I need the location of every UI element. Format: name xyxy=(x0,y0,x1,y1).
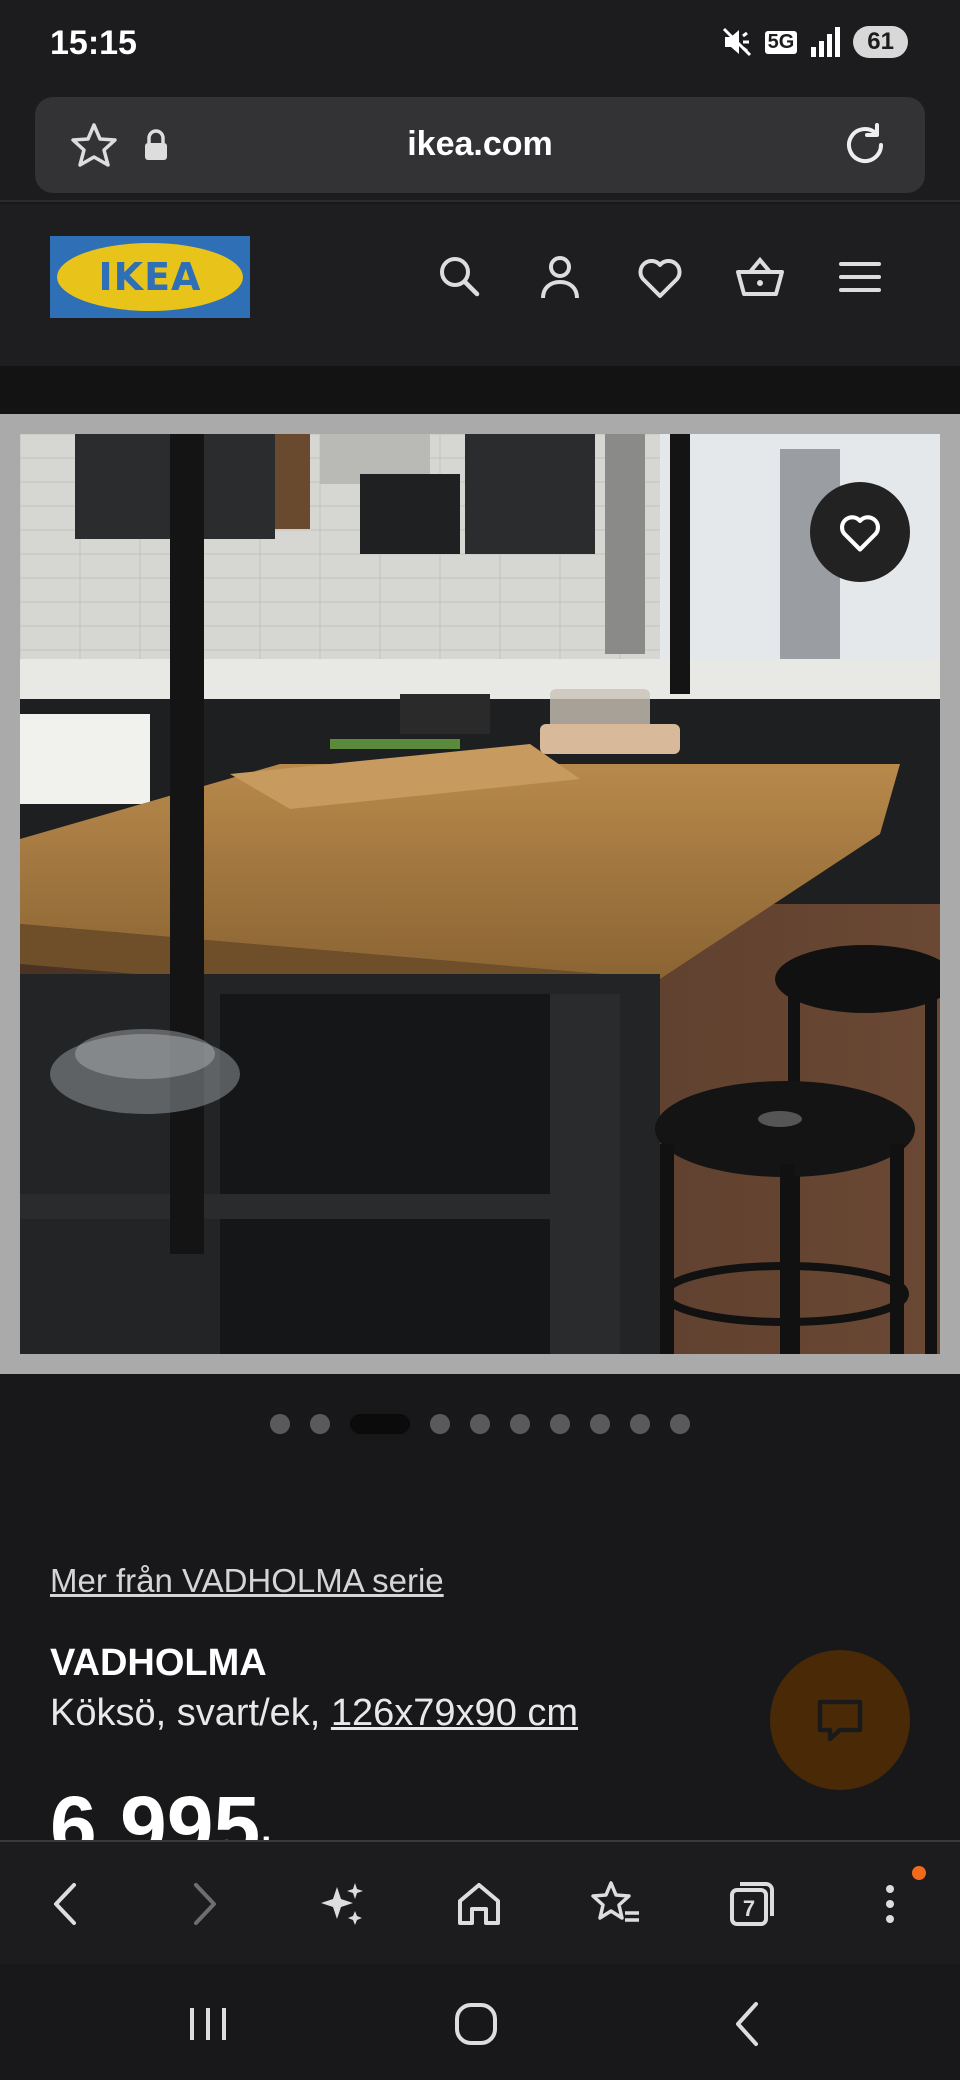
heart-icon xyxy=(840,515,880,552)
carousel-dot-active[interactable] xyxy=(350,1414,410,1434)
carousel-dot[interactable] xyxy=(310,1414,330,1434)
home-circle-icon xyxy=(455,2003,497,2045)
browser-top-bar: ikea.com xyxy=(0,90,960,202)
chat-icon xyxy=(817,1699,863,1742)
product-description-text: Köksö, svart/ek, xyxy=(50,1692,331,1734)
kitchen-island-illustration xyxy=(20,434,940,1354)
site-header: IKEA xyxy=(0,204,960,366)
carousel-dot[interactable] xyxy=(470,1414,490,1434)
tab-count: 7 xyxy=(743,1896,755,1921)
recent-apps-icon xyxy=(190,2008,226,2040)
search-icon[interactable] xyxy=(435,252,485,302)
home-button[interactable] xyxy=(447,1872,511,1936)
ai-sparkle-button[interactable] xyxy=(310,1872,374,1936)
recent-apps-button[interactable] xyxy=(178,1994,238,2054)
bookmarks-button[interactable] xyxy=(584,1872,648,1936)
home-icon xyxy=(458,1883,500,1925)
product-image[interactable] xyxy=(20,434,940,1354)
series-link[interactable]: Mer från VADHOLMA serie xyxy=(50,1562,444,1600)
ikea-logo[interactable]: IKEA xyxy=(50,236,250,318)
system-navigation-bar xyxy=(0,1964,960,2080)
logo-text: IKEA xyxy=(98,255,202,299)
carousel-dot[interactable] xyxy=(590,1414,610,1434)
status-bar: 15:15 5G 61 xyxy=(0,0,960,90)
reload-icon[interactable] xyxy=(839,119,891,171)
save-to-favorites-button[interactable] xyxy=(810,482,910,582)
menu-icon[interactable] xyxy=(835,252,885,302)
chevron-left-icon xyxy=(736,2002,758,2046)
carousel-dot[interactable] xyxy=(550,1414,570,1434)
browser-bottom-toolbar: 7 xyxy=(0,1840,960,1964)
dimensions-link[interactable]: 126x79x90 cm xyxy=(331,1692,578,1734)
url-bar[interactable]: ikea.com xyxy=(35,97,925,193)
system-back-button[interactable] xyxy=(718,1994,778,2054)
price-value: 6 995 xyxy=(50,1779,261,1840)
network-label: 5G xyxy=(764,30,798,54)
carousel-dots[interactable] xyxy=(0,1414,960,1434)
carousel-dot[interactable] xyxy=(430,1414,450,1434)
carousel-dot[interactable] xyxy=(670,1414,690,1434)
signal-icon xyxy=(811,27,841,57)
status-time: 15:15 xyxy=(50,24,137,62)
system-home-button[interactable] xyxy=(446,1994,506,2054)
status-icons: 5G 61 xyxy=(721,26,908,58)
product-description: Köksö, svart/ek, 126x79x90 cm xyxy=(50,1692,578,1735)
notification-dot xyxy=(912,1866,926,1880)
chevron-left-icon xyxy=(54,1883,76,1925)
product-name: VADHOLMA xyxy=(50,1642,267,1684)
header-spacer xyxy=(0,366,960,414)
forward-button[interactable] xyxy=(172,1872,236,1936)
more-vertical-icon xyxy=(886,1885,894,1923)
carousel-dot[interactable] xyxy=(510,1414,530,1434)
chat-button[interactable] xyxy=(770,1650,910,1790)
url-text[interactable]: ikea.com xyxy=(35,125,925,164)
tabs-button[interactable]: 7 xyxy=(720,1872,784,1936)
logo-oval: IKEA xyxy=(57,243,243,311)
tabs-icon: 7 xyxy=(730,1882,774,1926)
back-button[interactable] xyxy=(34,1872,98,1936)
chevron-right-icon xyxy=(194,1883,216,1925)
basket-icon[interactable] xyxy=(734,252,786,302)
heart-icon[interactable] xyxy=(635,252,685,302)
price-suffix: :- xyxy=(260,1822,284,1840)
product-price: 6 995:- xyxy=(50,1778,284,1840)
account-icon[interactable] xyxy=(535,252,585,302)
sparkle-icon xyxy=(321,1883,363,1925)
carousel-dot[interactable] xyxy=(630,1414,650,1434)
mute-icon xyxy=(722,27,751,57)
carousel-dot[interactable] xyxy=(270,1414,290,1434)
battery-indicator: 61 xyxy=(853,26,908,58)
more-options-button[interactable] xyxy=(858,1872,922,1936)
bookmark-star-icon xyxy=(591,1881,639,1922)
product-image-frame[interactable] xyxy=(0,414,960,1374)
